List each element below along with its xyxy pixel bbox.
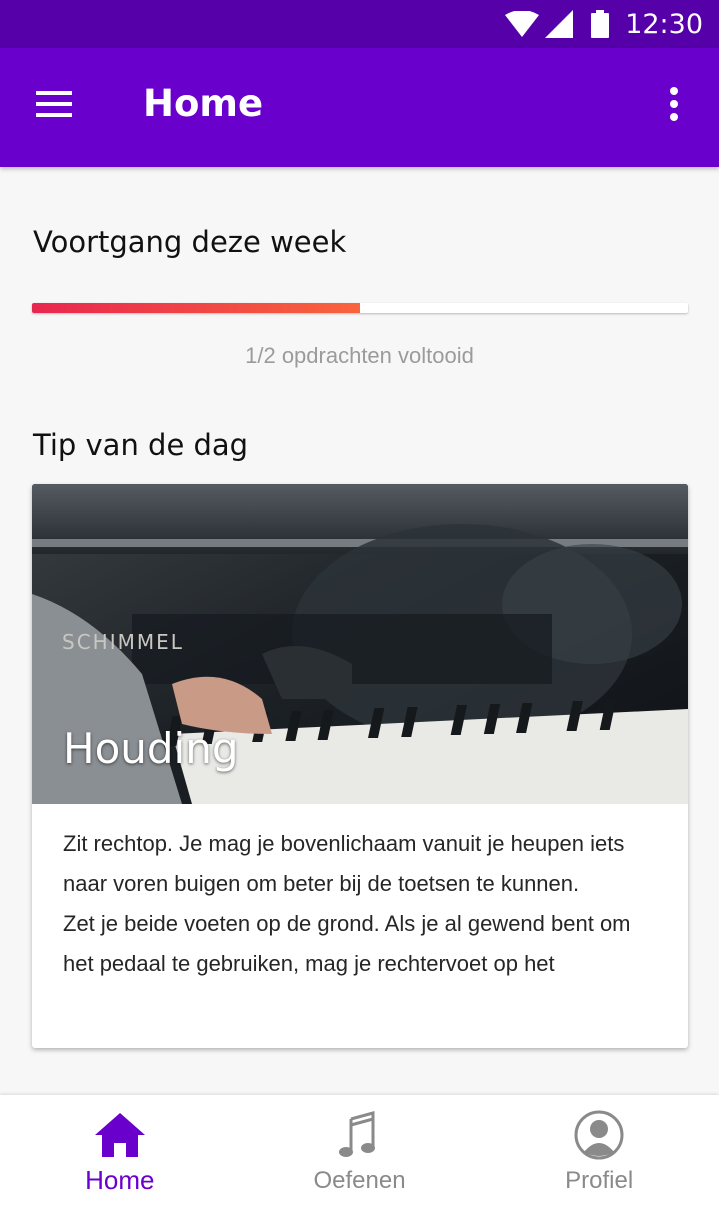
status-time: 12:30 (625, 8, 703, 40)
nav-label-oefenen: Oefenen (313, 1167, 406, 1194)
tip-paragraph: Zit rechtop. Je mag je bovenlichaam vanu… (63, 831, 625, 896)
more-options-button[interactable] (651, 78, 697, 134)
status-bar: 12:30 (0, 0, 719, 48)
svg-text:SCHIMMEL: SCHIMMEL (62, 630, 184, 654)
signal-icon (545, 10, 574, 38)
tip-body: Zit rechtop. Je mag je bovenlichaam vanu… (32, 804, 688, 984)
piano-photo: SCHIMMEL Houding (32, 484, 688, 804)
tip-heading: Houding (63, 724, 239, 773)
nav-label-home: Home (85, 1165, 155, 1195)
bottom-navigation: Home Oefenen Profiel (0, 1095, 719, 1209)
tip-section-title: Tip van de dag (33, 428, 249, 462)
tip-card[interactable]: SCHIMMEL Houding Zit rechtop. Je mag je … (32, 484, 688, 1048)
progress-title: Voortgang deze week (33, 225, 347, 259)
music-note-icon (338, 1109, 381, 1161)
app-bar: Home (0, 48, 719, 167)
home-icon (94, 1109, 145, 1161)
nav-item-profiel[interactable]: Profiel (479, 1095, 719, 1209)
progress-bar (32, 303, 688, 313)
nav-item-oefenen[interactable]: Oefenen (240, 1095, 480, 1209)
profile-icon (574, 1109, 624, 1161)
main-content: Voortgang deze week 1/2 opdrachten volto… (0, 167, 719, 1095)
page-title: Home (143, 82, 264, 125)
battery-icon (591, 10, 610, 38)
nav-item-home[interactable]: Home (0, 1095, 240, 1209)
nav-label-profiel: Profiel (565, 1167, 634, 1194)
menu-button[interactable] (22, 78, 86, 134)
menu-icon (36, 90, 72, 122)
more-vert-icon (669, 86, 679, 126)
wifi-icon (505, 11, 540, 37)
progress-label: 1/2 opdrachten voltooid (245, 343, 474, 368)
progress-bar-fill (32, 303, 360, 313)
tip-paragraph: Zet je beide voeten op de grond. Als je … (63, 911, 631, 976)
